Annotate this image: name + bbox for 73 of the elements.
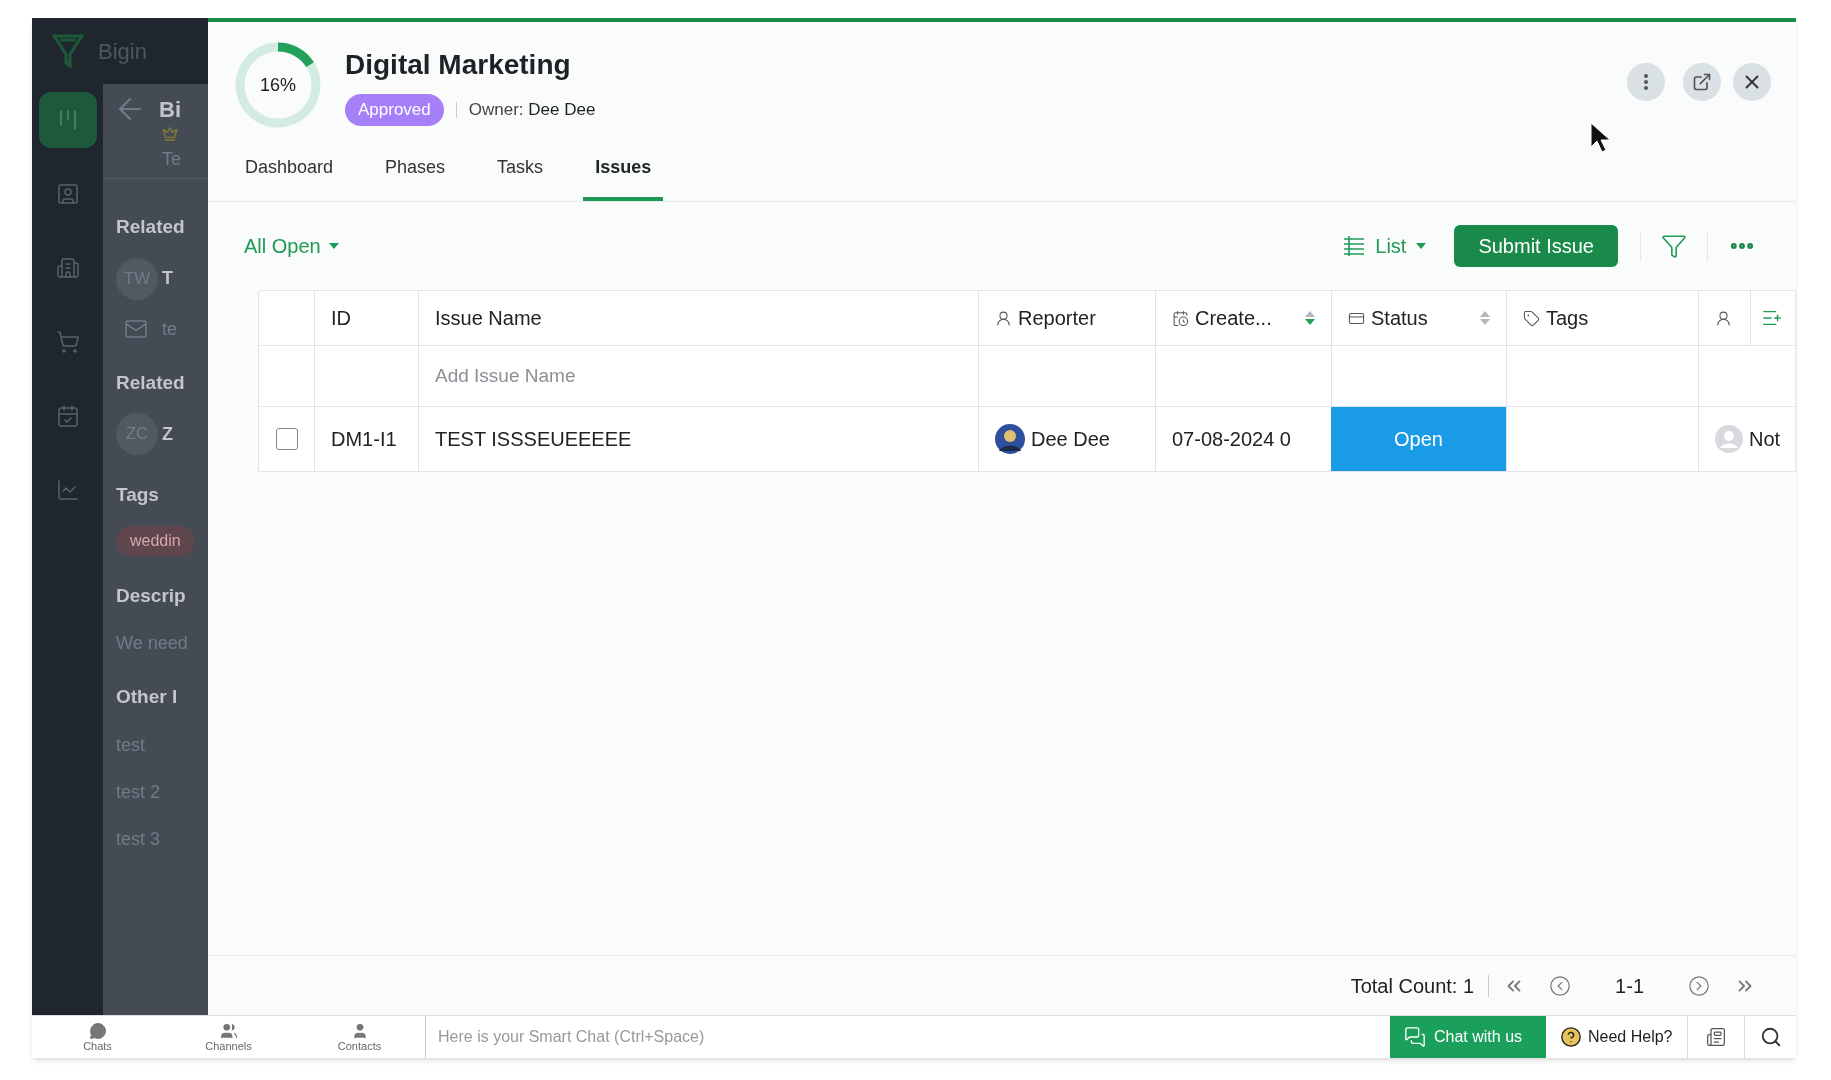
reporter-name: Dee Dee xyxy=(1031,427,1110,452)
mail-icon xyxy=(124,317,148,341)
issue-name[interactable]: TEST ISSSEUEEEEE xyxy=(435,424,632,454)
column-header[interactable]: Reporter xyxy=(1018,303,1096,333)
tab[interactable]: Issues xyxy=(583,152,664,201)
app-shortcut[interactable]: Chats xyxy=(32,1016,163,1058)
contact-name: Z xyxy=(162,422,173,446)
column-header[interactable]: Issue Name xyxy=(435,303,542,333)
project-title: Digital Marketing xyxy=(345,48,572,82)
page-range: 1-1 xyxy=(1615,973,1644,999)
logo-icon xyxy=(52,34,84,68)
chart-icon xyxy=(55,478,80,502)
previous-page-icon[interactable] xyxy=(1549,974,1572,997)
filter-icon[interactable] xyxy=(1661,233,1687,259)
more-options-button[interactable] xyxy=(1627,63,1665,101)
cart-icon xyxy=(55,330,80,354)
building-icon xyxy=(55,256,80,280)
cursor-icon xyxy=(1590,122,1612,154)
nav-item[interactable] xyxy=(38,92,97,148)
total-count: Total Count: 1 xyxy=(1350,973,1475,999)
section-heading: Descrip xyxy=(116,583,187,608)
layout-dropdown[interactable]: List xyxy=(1343,231,1427,261)
people-icon xyxy=(219,1022,238,1040)
more-vertical-icon xyxy=(1644,74,1648,90)
crown-icon xyxy=(162,126,178,142)
app-shortcut[interactable]: Channels xyxy=(163,1016,294,1058)
section-heading: Related xyxy=(116,370,186,395)
list-icon xyxy=(1343,236,1366,256)
status-badge: Approved xyxy=(345,94,444,126)
app-shortcut[interactable]: Contacts xyxy=(294,1016,425,1058)
section-heading: Other I xyxy=(116,685,179,709)
section-heading: Related xyxy=(116,215,186,239)
progress-percent: 16% xyxy=(259,73,297,97)
view-filter-dropdown[interactable]: All Open xyxy=(244,231,339,261)
chat-icon xyxy=(1404,1026,1426,1048)
section-heading: Tags xyxy=(116,483,160,507)
tab[interactable]: Tasks xyxy=(485,152,556,201)
next-page-icon[interactable] xyxy=(1688,974,1710,997)
search-icon[interactable] xyxy=(1759,1026,1782,1048)
tag-chip: weddin xyxy=(116,525,195,556)
notes-icon[interactable] xyxy=(1706,1027,1726,1047)
tag-icon xyxy=(1523,309,1540,327)
owner-text: Owner: Dee Dee xyxy=(468,99,596,121)
issue-id: DM1-I1 xyxy=(331,427,397,452)
column-header[interactable]: Create... xyxy=(1195,303,1272,333)
created-date: 07-08-2024 0 xyxy=(1172,427,1291,452)
column-header[interactable]: ID xyxy=(331,303,351,333)
help-icon xyxy=(1560,1026,1582,1048)
contact-name: T xyxy=(162,267,173,290)
calendar-icon xyxy=(1172,309,1189,327)
user-avatar xyxy=(995,424,1025,454)
assignee-name: Not xyxy=(1749,427,1781,452)
record-title: Bi xyxy=(159,95,181,124)
submit-issue-button[interactable]: Submit Issue xyxy=(1454,225,1618,267)
person-icon xyxy=(995,309,1012,327)
sort-icon[interactable] xyxy=(1480,310,1490,326)
contact-card-icon xyxy=(55,182,80,206)
chat-bubble-icon xyxy=(88,1022,107,1040)
sort-icon[interactable] xyxy=(1305,310,1315,326)
caret-icon xyxy=(328,243,339,249)
row-checkbox[interactable] xyxy=(275,428,298,450)
person-icon xyxy=(1715,309,1732,327)
need-help-button[interactable]: Need Help? xyxy=(1546,1016,1688,1058)
column-header[interactable]: Status xyxy=(1371,303,1428,333)
tab[interactable]: Phases xyxy=(373,152,458,201)
caret-icon xyxy=(1416,243,1427,249)
open-external-button[interactable] xyxy=(1683,63,1721,101)
external-link-icon xyxy=(1692,72,1712,92)
user-placeholder-icon xyxy=(1715,425,1743,453)
close-button[interactable] xyxy=(1733,63,1771,101)
column-header[interactable]: Tags xyxy=(1546,303,1589,333)
tab[interactable]: Dashboard xyxy=(233,152,346,201)
calendar-check-icon xyxy=(55,404,80,428)
